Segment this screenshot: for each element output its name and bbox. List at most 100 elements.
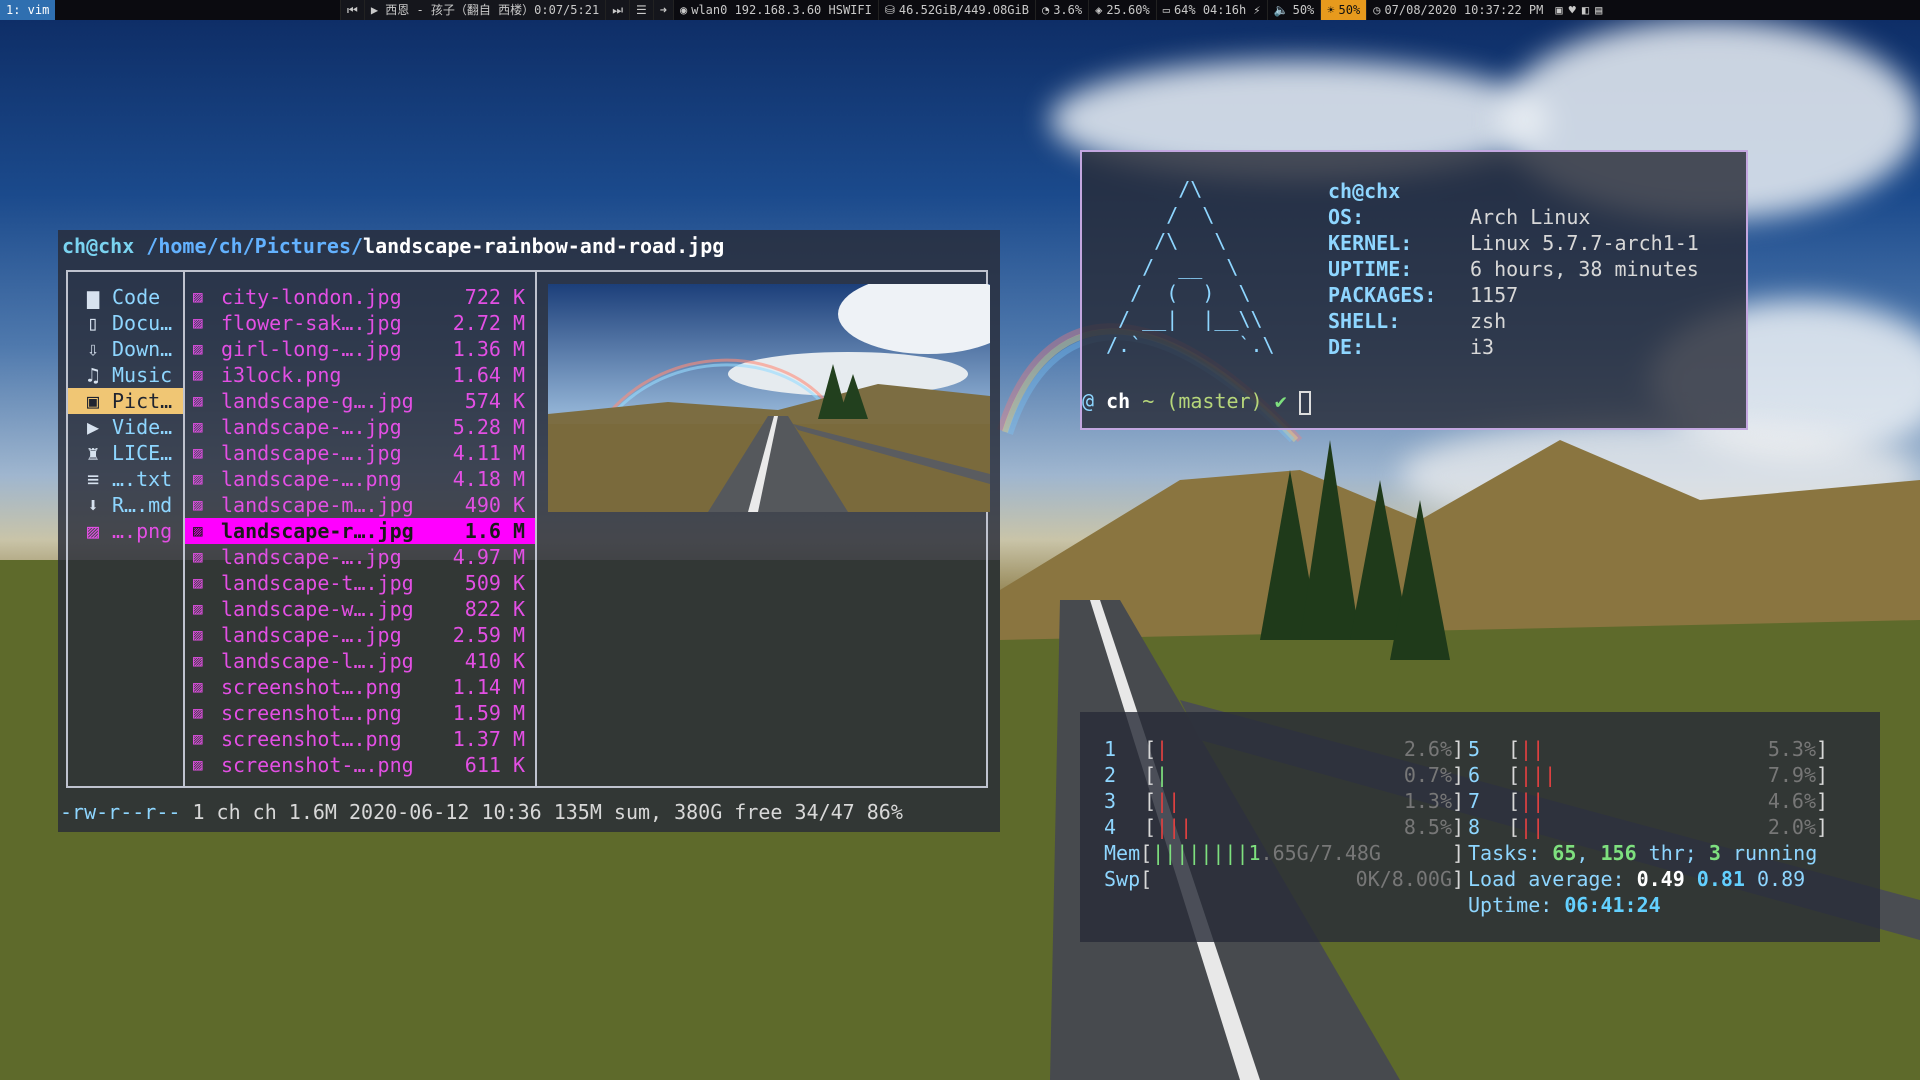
dir-item[interactable]: ⇩ Down… [68, 336, 183, 362]
ranger-status-line: -rw-r--r-- 1 ch ch 1.6M 2020-06-12 10:36… [60, 800, 903, 824]
cpu-meter: 2 [| 0.7%] [1104, 763, 1464, 787]
cpu-status: ◔ 3.6% [1034, 0, 1088, 20]
video-icon: ▶ [86, 415, 100, 439]
cpu-meter: 1 [| 2.6%] [1104, 737, 1464, 761]
image-icon: ▨ [193, 521, 203, 540]
tray-app-icon[interactable]: ▣ [1555, 0, 1562, 20]
skip-back-icon[interactable]: ⏮ [340, 0, 364, 20]
tray-terminal-icon[interactable]: ▤ [1595, 0, 1602, 20]
file-row[interactable]: ▨ city-london.jpg 722 K [185, 284, 535, 310]
memory-meter: Mem[||||||||1.65G/7.48G] [1104, 841, 1464, 865]
image-icon: ▨ [193, 703, 203, 722]
info-row: PACKAGES: 1157 [1328, 283, 1519, 307]
info-row: OS: Arch Linux [1328, 205, 1591, 229]
text-cursor [1298, 390, 1311, 415]
info-row: UPTIME: 6 hours, 38 minutes [1328, 257, 1699, 281]
dir-item-selected[interactable]: ▣ Pict… [68, 388, 183, 414]
file-row[interactable]: ▨ landscape-….jpg 4.11 M [185, 440, 535, 466]
file-item[interactable]: ♜ LICE… [68, 440, 183, 466]
image-icon: ▨ [193, 417, 203, 436]
file-row[interactable]: ▨ landscape-t….jpg 509 K [185, 570, 535, 596]
file-row[interactable]: ▨ landscape-….jpg 2.59 M [185, 622, 535, 648]
battery-status: ▭ 64% 04:16h ⚡ [1155, 0, 1267, 20]
cpu-meter: 3 [|| 1.3%] [1104, 789, 1464, 813]
file-row[interactable]: ▨ landscape-w….jpg 822 K [185, 596, 535, 622]
memory-icon: ◈ [1095, 3, 1103, 17]
system-tray: ▣ ♥ ◧ ▤ [1549, 0, 1608, 20]
heart-icon[interactable]: ♥ [1569, 0, 1576, 20]
image-icon: ▨ [193, 469, 203, 488]
file-row[interactable]: ▨ landscape-l….jpg 410 K [185, 648, 535, 674]
disk-status: ⛁ 46.52GiB/449.08GiB [877, 0, 1035, 20]
ranger-panes: ▆ Code ▯ Docu… ⇩ Down… ♫ Music ▣ Pict… ▶ Vide…… [66, 270, 990, 788]
arrow-right-icon[interactable]: ➜ [652, 0, 673, 20]
image-icon: ▨ [193, 391, 203, 410]
folder-icon: ▆ [86, 285, 100, 309]
file-item[interactable]: ≡ ….txt [68, 466, 183, 492]
documents-icon: ▯ [86, 311, 100, 335]
file-item[interactable]: ⬇ R….md [68, 492, 183, 518]
htop-window[interactable]: 1 [| 2.6%] 2 [| 0.7%] 3 [|| 1.3%] 4 [||| 8.5… [1080, 712, 1880, 942]
image-icon: ▨ [193, 495, 203, 514]
parent-directory-column: ▆ Code ▯ Docu… ⇩ Down… ♫ Music ▣ Pict… ▶ Vide…… [68, 272, 185, 786]
image-icon: ▨ [193, 339, 203, 358]
neofetch-terminal[interactable]: /\ / \ /\ \ / __ \ / ( ) \ / __| |__\\ /… [1080, 150, 1748, 430]
file-row[interactable]: ▨ screenshot-….png 611 K [185, 752, 535, 778]
image-icon: ▨ [193, 365, 203, 384]
cpu-meter: 6 [||| 7.9%] [1468, 763, 1828, 787]
image-icon: ▨ [193, 651, 203, 670]
workspace-indicator[interactable]: 1: vim [0, 0, 56, 20]
file-row[interactable]: ▨ screenshot….png 1.59 M [185, 700, 535, 726]
image-icon: ▨ [193, 729, 203, 748]
file-row[interactable]: ▨ landscape-….jpg 4.97 M [185, 544, 535, 570]
shell-prompt[interactable]: @ ch ~ (master) ✔ [1082, 388, 1311, 415]
file-row[interactable]: ▨ landscape-m….jpg 490 K [185, 492, 535, 518]
image-icon: ▨ [193, 443, 203, 462]
file-row[interactable]: ▨ flower-sak….jpg 2.72 M [185, 310, 535, 336]
image-icon: ▨ [193, 313, 203, 332]
file-row[interactable]: ▨ screenshot….png 1.14 M [185, 674, 535, 700]
image-icon: ▨ [193, 547, 203, 566]
media-title[interactable]: ▶ 西恩 - 孩子（翻自 西楼）0:07/5:21 [363, 0, 606, 20]
file-row[interactable]: ▨ screenshot….png 1.37 M [185, 726, 535, 752]
image-icon: ▨ [193, 677, 203, 696]
file-row[interactable]: ▨ landscape-g….jpg 574 K [185, 388, 535, 414]
dir-item[interactable]: ▯ Docu… [68, 310, 183, 336]
gauge-icon: ◔ [1041, 3, 1050, 17]
file-row[interactable]: ▨ i3lock.png 1.64 M [185, 362, 535, 388]
brightness-status[interactable]: ☀ 50% [1320, 0, 1367, 20]
file-row-selected[interactable]: ▨ landscape-r….jpg 1.6 M [185, 518, 535, 544]
file-row[interactable]: ▨ landscape-….jpg 5.28 M [185, 414, 535, 440]
info-row: SHELL: zsh [1328, 309, 1507, 333]
image-preview [548, 284, 990, 512]
download-icon: ⇩ [86, 337, 100, 361]
dir-item[interactable]: ▶ Vide… [68, 414, 183, 440]
ranger-window[interactable]: ch@chx /home/ch/Pictures/landscape-rainb… [58, 230, 1000, 832]
license-icon: ♜ [86, 441, 100, 465]
cpu-meter: 4 [||| 8.5%] [1104, 815, 1464, 839]
markdown-icon: ⬇ [86, 493, 100, 517]
disk-icon: ⛁ [884, 3, 895, 17]
list-icon[interactable]: ☰ [629, 0, 653, 20]
memory-status: ◈ 25.60% [1088, 0, 1156, 20]
volume-status[interactable]: 🔈 50% [1266, 0, 1321, 20]
clock-icon: ◷ [1373, 3, 1381, 17]
text-icon: ≡ [86, 467, 100, 491]
image-icon: ▨ [193, 287, 203, 306]
load-average: Load average: 0.49 0.81 0.89 [1468, 867, 1806, 891]
datetime: ◷ 07/08/2020 10:37:22 PM [1366, 0, 1549, 20]
file-row[interactable]: ▨ girl-long-….jpg 1.36 M [185, 336, 535, 362]
file-item[interactable]: ▨ ….png [68, 518, 183, 544]
dir-item[interactable]: ▆ Code [68, 284, 183, 310]
dir-item[interactable]: ♫ Music [68, 362, 183, 388]
wifi-icon: ◉ [680, 3, 688, 17]
tray-window-icon[interactable]: ◧ [1582, 0, 1589, 20]
image-icon: ▨ [193, 625, 203, 644]
file-row[interactable]: ▨ landscape-….png 4.18 M [185, 466, 535, 492]
swap-meter: Swp[ 0K/8.00G] [1104, 867, 1464, 891]
brightness-icon: ☀ [1327, 3, 1335, 17]
check-icon: ✔ [1274, 389, 1287, 413]
skip-forward-icon[interactable]: ⏭ [605, 0, 629, 20]
image-icon: ▨ [193, 599, 203, 618]
user-host: ch@chx [1328, 179, 1401, 203]
